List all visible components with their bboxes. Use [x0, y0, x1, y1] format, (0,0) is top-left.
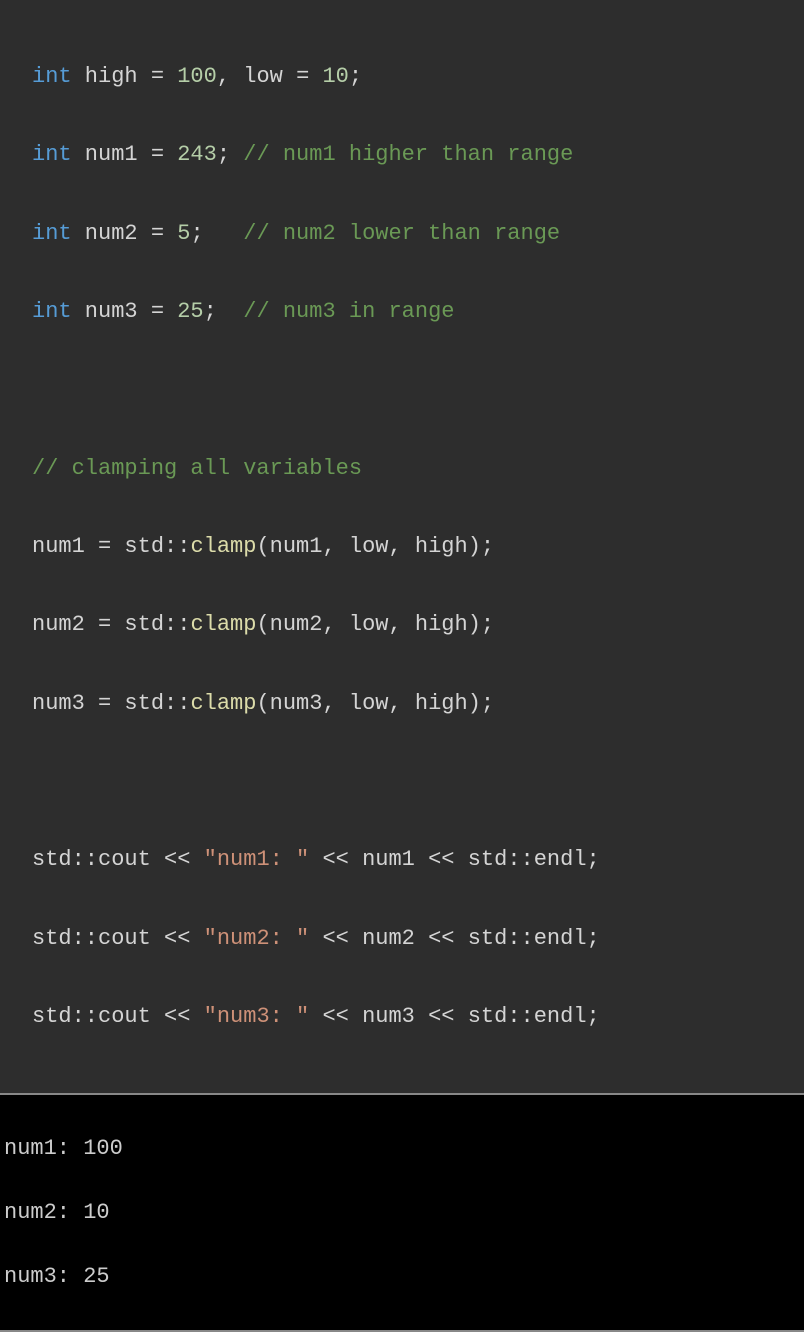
scope-op: ::: [507, 847, 533, 872]
function-call: clamp: [190, 612, 256, 637]
code-line: std::cout << "num1: " << num1 << std::en…: [32, 840, 796, 879]
code-text: << num2 << std: [309, 926, 507, 951]
comment: // clamping all variables: [32, 456, 362, 481]
code-text: endl;: [534, 1004, 600, 1029]
code-line: std::cout << "num2: " << num2 << std::en…: [32, 919, 796, 958]
string-literal: "num1: ": [204, 847, 310, 872]
code-text: num2: [72, 221, 151, 246]
terminal-line: num2: 10: [4, 1197, 802, 1229]
number: 5: [177, 221, 190, 246]
code-text: endl;: [534, 847, 600, 872]
code-text: endl;: [534, 926, 600, 951]
number: 100: [177, 64, 217, 89]
comment: // num1 higher than range: [243, 142, 573, 167]
terminal-output: num1: 100 num2: 10 num3: 25: [0, 1093, 804, 1332]
code-line: num3 = std::clamp(num3, low, high);: [32, 684, 796, 723]
keyword: int: [32, 142, 72, 167]
operator: =: [151, 299, 177, 324]
scope-op: ::: [72, 926, 98, 951]
code-text: << num3 << std: [309, 1004, 507, 1029]
blank-line: [32, 370, 796, 409]
operator: <<: [164, 926, 204, 951]
keyword: int: [32, 299, 72, 324]
code-text: (num2, low, high);: [256, 612, 494, 637]
operator: <<: [164, 1004, 204, 1029]
code-line: // clamping all variables: [32, 449, 796, 488]
code-line: int num3 = 25; // num3 in range: [32, 292, 796, 331]
semicolon: ;: [349, 64, 362, 89]
scope-op: ::: [72, 847, 98, 872]
comment: // num2 lower than range: [243, 221, 560, 246]
code-line: num2 = std::clamp(num2, low, high);: [32, 605, 796, 644]
code-text: (num3, low, high);: [256, 691, 494, 716]
scope-op: ::: [164, 534, 190, 559]
comment: // num3 in range: [243, 299, 454, 324]
code-text: num2: [32, 612, 98, 637]
code-text: (num1, low, high);: [256, 534, 494, 559]
code-line: int high = 100, low = 10;: [32, 57, 796, 96]
number: 10: [322, 64, 348, 89]
operator: <<: [164, 847, 204, 872]
semicolon: ;: [190, 221, 243, 246]
code-text: high: [72, 64, 151, 89]
operator: =: [151, 221, 177, 246]
scope-op: ::: [507, 1004, 533, 1029]
code-text: = std: [98, 612, 164, 637]
string-literal: "num3: ": [204, 1004, 310, 1029]
operator: =: [151, 64, 177, 89]
terminal-line: num3: 25: [4, 1261, 802, 1293]
terminal-line: num1: 100: [4, 1133, 802, 1165]
code-line: num1 = std::clamp(num1, low, high);: [32, 527, 796, 566]
code-text: = std: [98, 691, 164, 716]
code-text: cout: [98, 1004, 164, 1029]
operator: =: [151, 142, 177, 167]
code-line: std::cout << "num3: " << num3 << std::en…: [32, 997, 796, 1036]
scope-op: ::: [72, 1004, 98, 1029]
code-editor: int high = 100, low = 10; int num1 = 243…: [0, 0, 804, 1093]
code-text: , low: [217, 64, 296, 89]
code-text: cout: [98, 847, 164, 872]
scope-op: ::: [164, 612, 190, 637]
blank-line: [32, 762, 796, 801]
scope-op: ::: [164, 691, 190, 716]
semicolon: ;: [217, 142, 243, 167]
operator: =: [296, 64, 322, 89]
string-literal: "num2: ": [204, 926, 310, 951]
code-text: std: [32, 1004, 72, 1029]
number: 243: [177, 142, 217, 167]
function-call: clamp: [190, 534, 256, 559]
code-text: std: [32, 847, 72, 872]
code-text: std: [32, 926, 72, 951]
function-call: clamp: [190, 691, 256, 716]
code-line: int num1 = 243; // num1 higher than rang…: [32, 135, 796, 174]
scope-op: ::: [507, 926, 533, 951]
semicolon: ;: [204, 299, 244, 324]
keyword: int: [32, 221, 72, 246]
code-text: cout: [98, 926, 164, 951]
code-text: num3: [32, 691, 98, 716]
code-text: = std: [98, 534, 164, 559]
code-text: << num1 << std: [309, 847, 507, 872]
code-text: num3: [72, 299, 151, 324]
number: 25: [177, 299, 203, 324]
code-line: int num2 = 5; // num2 lower than range: [32, 214, 796, 253]
code-text: num1: [32, 534, 98, 559]
code-text: num1: [72, 142, 151, 167]
keyword: int: [32, 64, 72, 89]
